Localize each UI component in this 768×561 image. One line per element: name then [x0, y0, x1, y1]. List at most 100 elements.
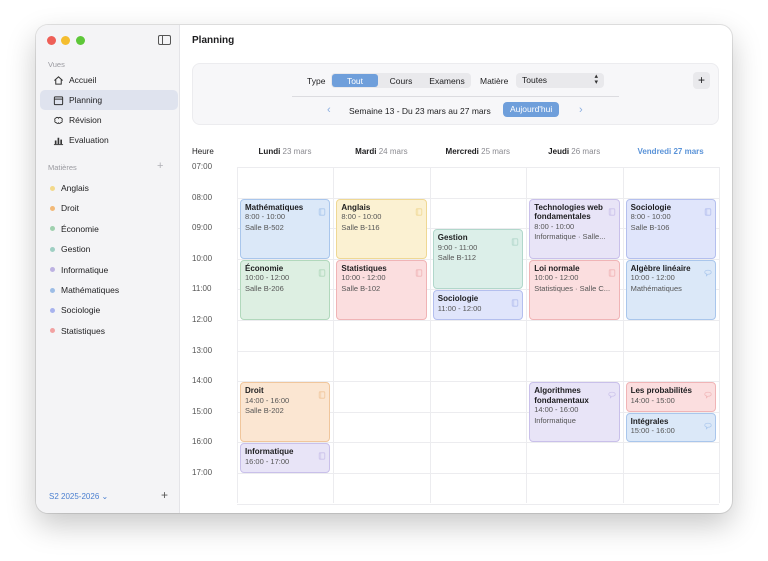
chevron-updown-icon: ▴ ▾: [594, 73, 598, 86]
calendar-event[interactable]: Algorithmes fondamentaux 14:00 - 16:00 Inf…: [529, 382, 620, 443]
zoom-window-button[interactable]: [76, 36, 85, 45]
sidebar-subject-item[interactable]: Informatique: [50, 265, 108, 275]
event-time: 8:00 - 10:00: [341, 212, 382, 222]
sidebar-subject-item[interactable]: Économie: [50, 224, 99, 234]
add-event-button[interactable]: +: [693, 72, 710, 89]
sidebar-subject-item[interactable]: Droit: [50, 203, 79, 213]
event-time: 16:00 - 17:00: [245, 456, 290, 466]
chevron-right-icon: ›: [579, 104, 583, 116]
sidebar-item-evaluation[interactable]: Evaluation: [40, 130, 178, 150]
calendar-event[interactable]: Loi normale 10:00 - 12:00 Statistiques · S…: [529, 259, 620, 320]
day-date: 24 mars: [376, 147, 408, 156]
subject-label: Mathématiques: [61, 285, 120, 295]
event-time: 14:00 - 16:00: [245, 395, 290, 405]
day-name: Mardi: [355, 147, 377, 156]
event-time: 10:00 - 12:00: [341, 273, 386, 283]
event-title: Statistiques: [341, 263, 387, 273]
main-content: Planning Type Tout Cours Examens Matière…: [180, 25, 732, 513]
event-detail: Salle B-112: [437, 253, 477, 263]
calendar-event[interactable]: Anglais 8:00 - 10:00 Salle B-116: [336, 198, 427, 259]
calendar-icon: [53, 95, 64, 106]
sidebar-item-accueil[interactable]: Accueil: [40, 70, 178, 90]
day-date: 26 mars: [569, 147, 601, 156]
hour-label: 12:00: [192, 315, 213, 324]
event-detail: Mathématiques: [630, 283, 682, 293]
calendar-grid: Mathématiques 8:00 - 10:00 Salle B-502 Écon…: [237, 167, 720, 505]
minimize-window-button[interactable]: [61, 36, 70, 45]
event-time: 8:00 - 10:00: [245, 212, 286, 222]
event-title: Anglais: [341, 202, 371, 212]
next-week-button[interactable]: ›: [579, 104, 583, 116]
sidebar-item-revision[interactable]: Révision: [40, 110, 178, 130]
calendar-event[interactable]: Droit 14:00 - 16:00 Salle B-202: [240, 382, 331, 443]
subject-color-dot: [50, 205, 55, 211]
event-title: Algèbre linéaire: [630, 263, 691, 273]
book-icon: [318, 264, 326, 277]
type-option-examens[interactable]: Examens: [424, 74, 470, 87]
chevron-down-icon: ⌄: [101, 492, 109, 501]
book-icon: [318, 447, 326, 460]
calendar-event[interactable]: Mathématiques 8:00 - 10:00 Salle B-502: [240, 198, 331, 259]
grid-hour-line: [237, 473, 719, 474]
sidebar-subject-item[interactable]: Gestion: [50, 244, 90, 254]
event-title: Technologies web fondamentales: [534, 202, 603, 222]
calendar-event[interactable]: Informatique 16:00 - 17:00: [240, 443, 331, 473]
sidebar-subject-item[interactable]: Mathématiques: [50, 285, 119, 295]
add-matiere-button[interactable]: +: [157, 161, 163, 172]
calendar-event[interactable]: Technologies web fondamentales 8:00 - 10:…: [529, 198, 620, 259]
event-title: Les probabilités: [630, 386, 692, 396]
subject-color-dot: [50, 246, 55, 252]
matiere-select[interactable]: Toutes ▴ ▾: [516, 73, 604, 88]
event-detail: Salle B-502: [245, 222, 284, 232]
type-option-cours[interactable]: Cours: [378, 74, 424, 87]
matiere-label: Matière: [480, 76, 509, 86]
grid-hour-line: [237, 503, 719, 505]
calendar-event[interactable]: Gestion 9:00 - 11:00 Salle B-112: [432, 229, 524, 290]
calendar-event[interactable]: Algèbre linéaire 10:00 - 12:00 Mathématiqu…: [625, 259, 716, 320]
close-window-button[interactable]: [47, 36, 56, 45]
grid-day-line: [237, 167, 238, 503]
exam-icon: [704, 386, 712, 399]
book-icon: [318, 386, 326, 399]
grid-hour-line: [237, 350, 719, 352]
calendar-event[interactable]: Les probabilités 14:00 - 15:00: [625, 382, 716, 412]
sidebar-subject-item[interactable]: Statistiques: [50, 326, 105, 336]
subject-color-dot: [50, 307, 55, 313]
hour-label: 13:00: [192, 345, 213, 355]
event-detail: Informatique · Salle...: [534, 232, 606, 242]
calendar-event[interactable]: Statistiques 10:00 - 12:00 Salle B-102: [336, 259, 427, 320]
exam-icon: [608, 386, 616, 399]
house-icon: [53, 75, 64, 86]
calendar-event[interactable]: Sociologie 8:00 - 10:00 Salle B-106: [625, 198, 716, 259]
hour-label: 08:00: [192, 192, 213, 202]
book-icon: [318, 203, 326, 216]
calendar-event[interactable]: Économie 10:00 - 12:00 Salle B-206: [240, 259, 331, 320]
calendar-event[interactable]: Sociologie 11:00 - 12:00: [432, 290, 524, 320]
today-button[interactable]: Aujourd'hui: [503, 102, 560, 117]
event-time: 10:00 - 12:00: [534, 273, 579, 283]
event-time: 10:00 - 12:00: [245, 273, 290, 283]
semester-selector[interactable]: S2 2025-2026 ⌄: [49, 492, 108, 501]
day-header: Jeudi 26 mars: [526, 147, 622, 156]
event-title: Mathématiques: [245, 202, 304, 212]
day-date: 23 mars: [280, 147, 312, 156]
type-option-tout[interactable]: Tout: [332, 74, 378, 87]
grid-day-line: [429, 167, 431, 503]
previous-week-button[interactable]: ‹: [327, 104, 331, 116]
sidebar-subject-item[interactable]: Anglais: [50, 183, 89, 193]
brain-icon: [53, 115, 64, 126]
event-time: 9:00 - 11:00: [437, 242, 478, 252]
event-time: 14:00 - 15:00: [630, 395, 675, 405]
subject-label: Statistiques: [61, 325, 105, 336]
sidebar-item-planning[interactable]: Planning: [40, 90, 178, 110]
sidebar-subject-item[interactable]: Sociologie: [50, 305, 100, 315]
event-time: 14:00 - 16:00: [534, 405, 579, 415]
section-label-matieres: Matières: [48, 163, 77, 172]
calendar-event[interactable]: Intégrales 15:00 - 16:00: [625, 412, 716, 443]
subject-label: Sociologie: [61, 305, 101, 316]
book-icon: [415, 203, 423, 216]
event-time: 8:00 - 10:00: [534, 221, 575, 231]
add-semester-button[interactable]: +: [161, 488, 168, 502]
sidebar-toggle-icon[interactable]: [158, 35, 171, 45]
subject-color-dot: [50, 328, 55, 334]
